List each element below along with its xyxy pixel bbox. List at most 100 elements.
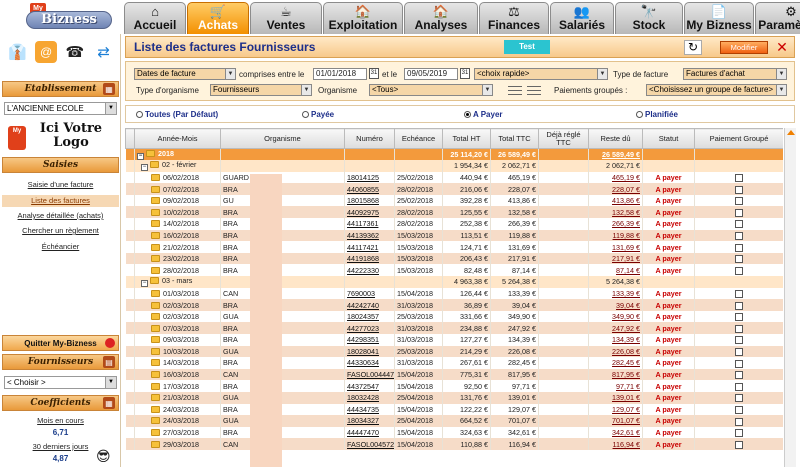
reste-du-link[interactable]: 817,95 € xyxy=(588,368,643,381)
modifier-button[interactable]: Modifier xyxy=(720,41,768,54)
reste-du-link[interactable]: 701,07 € xyxy=(588,415,643,427)
numero-link[interactable]: 44242740 xyxy=(344,299,395,311)
tab-analyses[interactable]: 🏠 Analyses xyxy=(404,2,478,34)
column-header[interactable]: Total HT xyxy=(442,128,491,149)
group-payment-checkbox[interactable] xyxy=(735,394,743,403)
support-icon[interactable]: ☎ xyxy=(64,41,86,63)
list-icon[interactable] xyxy=(508,86,522,95)
group-payment-checkbox[interactable] xyxy=(735,440,743,449)
invoice-type-select[interactable]: Factures d'achat ▼ xyxy=(683,68,787,80)
invoice-row[interactable]: 06/02/2018 GUARD 18014125 25/02/2018 440,94 … xyxy=(125,171,783,184)
invoice-row[interactable]: 09/02/2018 GU 18015868 25/02/2018 392,28 €41… xyxy=(125,194,783,207)
column-header[interactable]: Echéance xyxy=(394,128,443,149)
list-icon[interactable] xyxy=(527,86,541,95)
reste-du-link[interactable]: 116,94 € xyxy=(588,438,643,450)
collapse-icon[interactable]: − xyxy=(141,280,148,288)
invoice-row[interactable]: 21/02/2018 BRA 44117421 15/03/2018 124,71 €1… xyxy=(125,241,783,253)
numero-link[interactable]: FASOL004447 xyxy=(344,368,395,381)
numero-link[interactable]: 18015868 xyxy=(344,194,395,207)
invoice-row[interactable]: 07/02/2018 BRA 44060855 28/02/2018 216,06 €2… xyxy=(125,183,783,195)
column-header[interactable]: Numéro xyxy=(344,128,395,149)
column-header[interactable]: Organisme xyxy=(220,128,345,149)
column-header[interactable]: Reste dû xyxy=(588,128,643,149)
reste-du-link[interactable]: 39,04 € xyxy=(588,299,643,311)
date-to-input[interactable]: 09/05/2019 xyxy=(404,68,458,80)
invoice-row[interactable]: 14/02/2018 BRA 44117361 28/02/2018 252,38 €2… xyxy=(125,218,783,230)
numero-link[interactable]: FASOL004572 xyxy=(344,438,395,450)
reste-du-link[interactable]: 342,61 € xyxy=(588,426,643,439)
collapse-icon[interactable]: − xyxy=(137,153,144,161)
reste-du-cell[interactable]: 26 589,49 € xyxy=(588,148,643,161)
etablissement-select[interactable]: L'ANCIENNE ECOLE ▼ xyxy=(4,102,117,115)
reste-du-link[interactable]: 413,86 € xyxy=(588,194,643,207)
numero-link[interactable]: 44117421 xyxy=(344,241,395,253)
date-type-select[interactable]: Dates de facture ▼ xyxy=(134,68,236,80)
invoice-row[interactable]: 23/02/2018 BRA 44191868 15/03/2018 206,43 €2… xyxy=(125,252,783,265)
column-header[interactable]: Total TTC xyxy=(490,128,539,149)
invoice-row[interactable]: 07/03/2018 BRA 44277023 31/03/2018 234,88 €2… xyxy=(125,322,783,334)
invoice-row[interactable]: 10/03/2018 GUA 18028041 25/03/2018 214,29 €2… xyxy=(125,345,783,358)
column-header[interactable]: Déjà réglé TTC xyxy=(538,128,589,149)
radio-pay-e[interactable]: Payée xyxy=(302,110,334,119)
group-payment-checkbox[interactable] xyxy=(735,174,743,183)
fournisseur-select[interactable]: < Choisir > ▼ xyxy=(4,376,117,389)
reste-du-link[interactable]: 217,91 € xyxy=(588,252,643,265)
reste-du-link[interactable]: 134,39 € xyxy=(588,334,643,346)
invoice-row[interactable]: 14/03/2018 BRA 44330634 31/03/2018 267,61 €2… xyxy=(125,357,783,369)
tab-accueil[interactable]: ⌂ Accueil xyxy=(124,2,186,34)
radio-toutes-par-d-faut-[interactable]: Toutes (Par Défaut) xyxy=(136,110,218,119)
sidebar-link-saisie-facture[interactable]: Saisie d'une facture xyxy=(2,180,119,189)
sidebar-link-chercher-reglement[interactable]: Chercher un règlement xyxy=(2,226,119,235)
invoice-row[interactable]: 28/02/2018 BRA 44222330 15/03/2018 82,48 €87… xyxy=(125,264,783,277)
numero-link[interactable]: 44222330 xyxy=(344,264,395,277)
numero-link[interactable]: 44434735 xyxy=(344,403,395,416)
tab-param-tres[interactable]: ⚙Paramètres xyxy=(755,2,800,34)
numero-link[interactable]: 44092975 xyxy=(344,206,395,219)
group-payment-checkbox[interactable] xyxy=(735,417,743,426)
group-payment-checkbox[interactable] xyxy=(735,289,743,298)
reste-du-link[interactable]: 133,39 € xyxy=(588,287,643,300)
quit-button[interactable]: Quitter My-Bizness xyxy=(2,335,119,351)
group-payment-checkbox[interactable] xyxy=(735,185,743,194)
tab-stock[interactable]: 🔭 Stock xyxy=(615,2,683,34)
month-group-row[interactable]: −03 - mars 4 963,38 €5 264,38 €5 264,38 € xyxy=(125,276,783,288)
tab-my-bizness[interactable]: 📄 My Bizness xyxy=(684,2,754,34)
tab-ventes[interactable]: ☕ Ventes xyxy=(250,2,322,34)
reste-du-link[interactable]: 97,71 € xyxy=(588,380,643,392)
numero-link[interactable]: 44117361 xyxy=(344,218,395,230)
numero-link[interactable]: 44139362 xyxy=(344,229,395,242)
group-payment-checkbox[interactable] xyxy=(735,336,743,345)
calendar-icon[interactable]: 31 xyxy=(460,68,470,79)
reste-du-link[interactable]: 131,69 € xyxy=(588,241,643,253)
invoice-row[interactable]: 29/03/2018 CAN FASOL004572 15/04/2018 110,88… xyxy=(125,438,783,450)
numero-link[interactable]: 44298351 xyxy=(344,334,395,346)
invoice-row[interactable]: 21/03/2018 GUA 18032428 25/04/2018 131,76 €1… xyxy=(125,391,783,404)
sidebar-link-echeancier[interactable]: Échéancier xyxy=(2,242,119,251)
reste-du-link[interactable]: 247,92 € xyxy=(588,322,643,334)
numero-link[interactable]: 44447470 xyxy=(344,426,395,439)
group-payment-checkbox[interactable] xyxy=(735,208,743,217)
numero-link[interactable]: 44191868 xyxy=(344,252,395,265)
group-payment-checkbox[interactable] xyxy=(735,197,743,206)
reste-du-link[interactable]: 129,07 € xyxy=(588,403,643,416)
column-header[interactable] xyxy=(125,128,135,149)
numero-link[interactable]: 18024357 xyxy=(344,310,395,323)
invoice-row[interactable]: 24/03/2018 GUA 18034327 25/04/2018 664,52 €7… xyxy=(125,415,783,427)
group-payment-checkbox[interactable] xyxy=(735,382,743,391)
grouped-select[interactable]: <Choisissez un groupe de facture> ▼ xyxy=(646,84,787,96)
app-logo[interactable]: My Bizness xyxy=(6,3,116,31)
reste-du-link[interactable]: 226,08 € xyxy=(588,345,643,358)
radio-planifi-e[interactable]: Planifiée xyxy=(636,110,678,119)
quick-choice-select[interactable]: <choix rapide> ▼ xyxy=(474,68,608,80)
sync-icon[interactable]: ⇄ xyxy=(93,41,115,63)
numero-link[interactable]: 18032428 xyxy=(344,391,395,404)
invoice-row[interactable]: 27/03/2018 BRA 44447470 15/04/2018 324,63 €3… xyxy=(125,426,783,439)
numero-link[interactable]: 44060855 xyxy=(344,183,395,195)
tab-achats[interactable]: 🛒 Achats xyxy=(187,2,249,34)
reste-du-link[interactable]: 132,58 € xyxy=(588,206,643,219)
tab-salari-s[interactable]: 👥 Salariés xyxy=(550,2,614,34)
refresh-icon[interactable]: ↻ xyxy=(684,40,702,55)
column-header[interactable]: Statut xyxy=(642,128,695,149)
vertical-scrollbar[interactable] xyxy=(784,128,796,467)
invoice-row[interactable]: 10/02/2018 BRA 44092975 28/02/2018 125,55 €1… xyxy=(125,206,783,219)
